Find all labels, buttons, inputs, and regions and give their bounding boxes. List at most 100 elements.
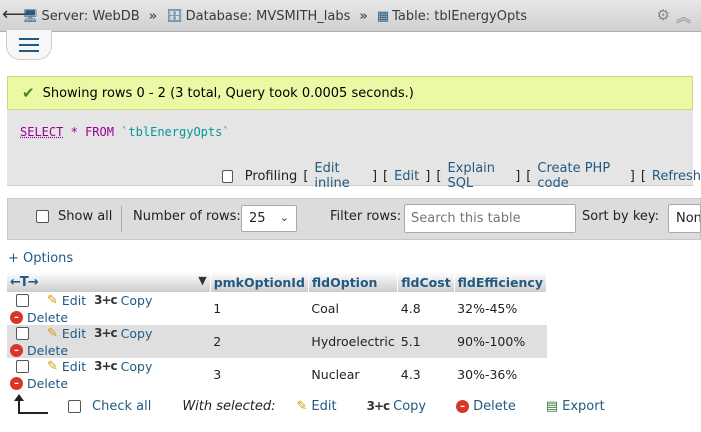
bulk-export-button[interactable]: ▤ Export xyxy=(546,399,605,414)
bracket: ] xyxy=(425,168,431,184)
row-copy-label: Copy xyxy=(120,325,153,341)
bulk-edit-label: Edit xyxy=(311,398,337,414)
edit-query-link[interactable]: Edit xyxy=(394,169,419,184)
filter-rows-input[interactable] xyxy=(404,204,576,233)
breadcrumb-separator: » xyxy=(359,8,368,24)
column-header-fldCost[interactable]: fldCost xyxy=(397,272,455,292)
column-header-fldOption[interactable]: fldOption xyxy=(308,272,399,292)
row-actions-cell: ✎ Edit 3+c Copy – Delete xyxy=(7,358,211,391)
breadcrumb-server[interactable]: 🖥 Server: WebDB xyxy=(22,9,140,24)
table-row: ✎ Edit 3+c Copy – Delete 2 Hydroelectric 5.1 … xyxy=(7,325,547,358)
row-copy-label: Copy xyxy=(120,292,153,308)
number-of-rows-label: Number of rows: xyxy=(133,209,241,224)
row-delete-label: Delete xyxy=(27,376,69,391)
database-icon: 🗄 xyxy=(166,8,183,24)
copy-icon: 3+c xyxy=(366,399,391,413)
cell-fldOption: Nuclear xyxy=(308,358,398,391)
filter-rows-label: Filter rows: xyxy=(330,209,402,224)
number-of-rows-value: 25 xyxy=(249,211,266,226)
delete-icon: – xyxy=(10,311,23,324)
sort-by-key-label: Sort by key: xyxy=(582,209,660,224)
bracket: ] xyxy=(515,168,521,184)
back-arrow-icon[interactable]: ⟵ xyxy=(2,2,28,28)
create-php-link[interactable]: Create PHP code xyxy=(537,161,623,191)
cell-fldEfficiency: 32%-45% xyxy=(454,292,547,325)
show-all-checkbox[interactable] xyxy=(36,210,49,223)
sql-table-name: `tblEnergyOpts` xyxy=(121,125,230,139)
check-all-label[interactable]: Check all xyxy=(92,399,151,414)
collapse-icon[interactable]: ︽ xyxy=(676,6,691,27)
row-checkbox[interactable] xyxy=(16,294,29,307)
row-edit-button[interactable]: ✎ Edit xyxy=(47,326,86,341)
check-all-checkbox[interactable] xyxy=(68,399,81,413)
divider xyxy=(121,206,122,232)
row-delete-button[interactable]: – Delete xyxy=(10,343,68,358)
success-message: ✔ Showing rows 0 - 2 (3 total, Query too… xyxy=(7,76,693,110)
row-edit-button[interactable]: ✎ Edit xyxy=(47,293,86,308)
refresh-link[interactable]: Refresh xyxy=(652,169,701,184)
row-copy-button[interactable]: 3+c Copy xyxy=(94,359,152,374)
sort-triangle-icon[interactable]: ▼ xyxy=(198,274,206,287)
number-of-rows-select[interactable]: 25 ⌄ xyxy=(241,205,297,232)
cell-pmkOptionId: 3 xyxy=(210,358,309,391)
cell-fldEfficiency: 30%-36% xyxy=(454,358,547,391)
hamburger-icon xyxy=(19,37,39,40)
arrow-up-left-icon xyxy=(14,394,48,414)
cell-fldCost: 4.8 xyxy=(397,292,455,325)
pencil-icon: ✎ xyxy=(47,326,58,341)
column-header-pmkOptionId[interactable]: pmkOptionId xyxy=(210,272,309,292)
explain-sql-link[interactable]: Explain SQL xyxy=(447,161,509,191)
options-link[interactable]: + Options xyxy=(8,251,73,266)
row-delete-label: Delete xyxy=(27,343,69,358)
breadcrumb: 🖥 Server: WebDB » 🗄 Database: MVSMITH_la… xyxy=(22,0,527,32)
gear-icon[interactable]: ⚙ xyxy=(657,6,670,27)
bulk-delete-label: Delete xyxy=(473,398,516,414)
breadcrumb-table[interactable]: ▦ Table: tblEnergyOpts xyxy=(377,9,527,24)
row-copy-button[interactable]: 3+c Copy xyxy=(94,293,152,308)
copy-icon: 3+c xyxy=(94,326,118,340)
row-delete-button[interactable]: – Delete xyxy=(10,310,68,325)
sort-by-key-select[interactable]: None xyxy=(668,204,701,233)
bulk-export-label: Export xyxy=(562,398,605,414)
row-edit-label: Edit xyxy=(61,293,87,308)
row-checkbox[interactable] xyxy=(16,360,29,373)
row-delete-label: Delete xyxy=(27,310,69,325)
pencil-icon: ✎ xyxy=(296,398,308,414)
delete-icon: – xyxy=(10,344,23,357)
sql-keyword-from: FROM xyxy=(85,125,114,139)
row-edit-label: Edit xyxy=(61,326,87,341)
column-header-fldEfficiency[interactable]: fldEfficiency xyxy=(454,272,548,292)
bulk-delete-button[interactable]: – Delete xyxy=(456,399,516,414)
checkmark-icon: ✔ xyxy=(22,84,35,102)
breadcrumb-database[interactable]: 🗄 Database: MVSMITH_labs xyxy=(166,9,350,24)
profiling-checkbox[interactable] xyxy=(222,169,233,183)
header-actions-cell: ←T→ ▼ xyxy=(7,272,211,292)
row-edit-button[interactable]: ✎ Edit xyxy=(47,359,86,374)
cell-fldOption: Hydroelectric xyxy=(308,325,398,358)
sql-keyword-select[interactable]: SELECT xyxy=(20,125,63,139)
bulk-copy-button[interactable]: 3+c Copy xyxy=(367,399,427,414)
column-arrows-icon[interactable]: ←T→ xyxy=(10,275,39,290)
copy-icon: 3+c xyxy=(94,359,118,373)
sort-by-key-value: None xyxy=(676,211,700,226)
cell-fldEfficiency: 90%-100% xyxy=(454,325,547,358)
row-delete-button[interactable]: – Delete xyxy=(10,376,68,391)
edit-inline-link[interactable]: Edit inline xyxy=(314,161,366,191)
hamburger-icon-line xyxy=(19,43,39,46)
bulk-edit-button[interactable]: ✎ Edit xyxy=(297,399,337,414)
pencil-icon: ✎ xyxy=(47,359,58,374)
hamburger-icon-line xyxy=(19,49,39,52)
bulk-actions-bar: Check all With selected: ✎ Edit 3+c Copy –… xyxy=(14,394,605,414)
success-text: Showing rows 0 - 2 (3 total, Query took … xyxy=(42,85,414,101)
sql-query-text: SELECT * FROM `tblEnergyOpts` xyxy=(20,125,230,139)
query-links: Profiling [Edit inline] [Edit] [Explain … xyxy=(222,161,701,191)
menu-button[interactable] xyxy=(6,30,52,60)
row-copy-button[interactable]: 3+c Copy xyxy=(94,326,152,341)
delete-icon: – xyxy=(10,377,23,390)
chevron-down-icon: ⌄ xyxy=(279,211,289,224)
row-checkbox[interactable] xyxy=(16,327,29,340)
table-icon: ▦ xyxy=(376,8,390,24)
bracket: [ xyxy=(436,168,442,184)
sql-star: * xyxy=(70,125,78,139)
bracket: [ xyxy=(383,168,389,184)
